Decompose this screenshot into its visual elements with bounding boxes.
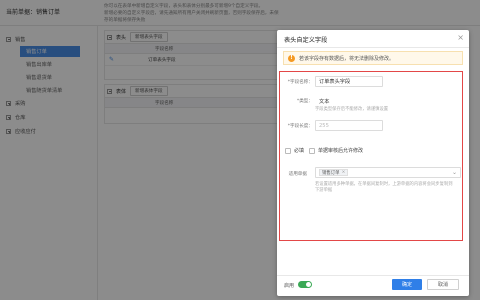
applicable-docs-select[interactable]: 销售订单 × ⌄: [315, 167, 461, 178]
type-hint: 字段类型保存后不能修改，请谨慎设置: [315, 107, 389, 112]
checkbox-label: 单据审核后允许修改: [318, 148, 364, 154]
custom-field-dialog: 表头自定义字段 × ! 若该字段存有数据后，将无法删除及修改。 *字段名称： 订…: [277, 30, 469, 296]
checkbox-label: 必填: [294, 148, 305, 154]
highlight-box: [279, 71, 463, 241]
required-checkbox[interactable]: 必填: [285, 147, 304, 154]
cancel-button[interactable]: 取消: [427, 279, 459, 290]
confirm-button[interactable]: 确定: [392, 279, 422, 290]
chevron-down-icon: ⌄: [451, 169, 457, 176]
enable-label: 启用: [284, 283, 295, 289]
close-icon[interactable]: ×: [457, 33, 464, 43]
applicable-docs-label: 适用单据: [288, 172, 307, 177]
field-name-input[interactable]: 订单表头字段: [315, 76, 383, 87]
warning-banner: ! 若该字段存有数据后，将无法删除及修改。: [283, 51, 463, 65]
enable-toggle[interactable]: [298, 281, 312, 288]
selected-doc-tag: 销售订单 ×: [319, 169, 349, 176]
field-length-input[interactable]: 255: [315, 120, 383, 131]
divider: [277, 275, 469, 276]
warning-text: 若该字段存有数据后，将无法删除及修改。: [299, 55, 395, 62]
type-label: *类型：: [296, 99, 313, 104]
checkbox-box: [309, 147, 315, 154]
field-name-label: *字段名称：: [287, 80, 313, 85]
applicable-docs-hint: 若设置适用多种单据，在单据间复制时，上游单据的内容将会同步复制到下游单据: [315, 182, 453, 193]
warning-circle-icon: !: [288, 54, 295, 62]
tag-label: 销售订单: [322, 170, 340, 176]
length-label: *字段长度：: [287, 124, 313, 129]
tag-close-icon[interactable]: ×: [342, 170, 346, 175]
editable-after-approval-checkbox[interactable]: 单据审核后允许修改: [309, 147, 363, 154]
dialog-title: 表头自定义字段: [284, 37, 328, 44]
type-value: 文本: [319, 99, 330, 105]
divider: [277, 47, 469, 48]
checkbox-box: [285, 147, 291, 154]
